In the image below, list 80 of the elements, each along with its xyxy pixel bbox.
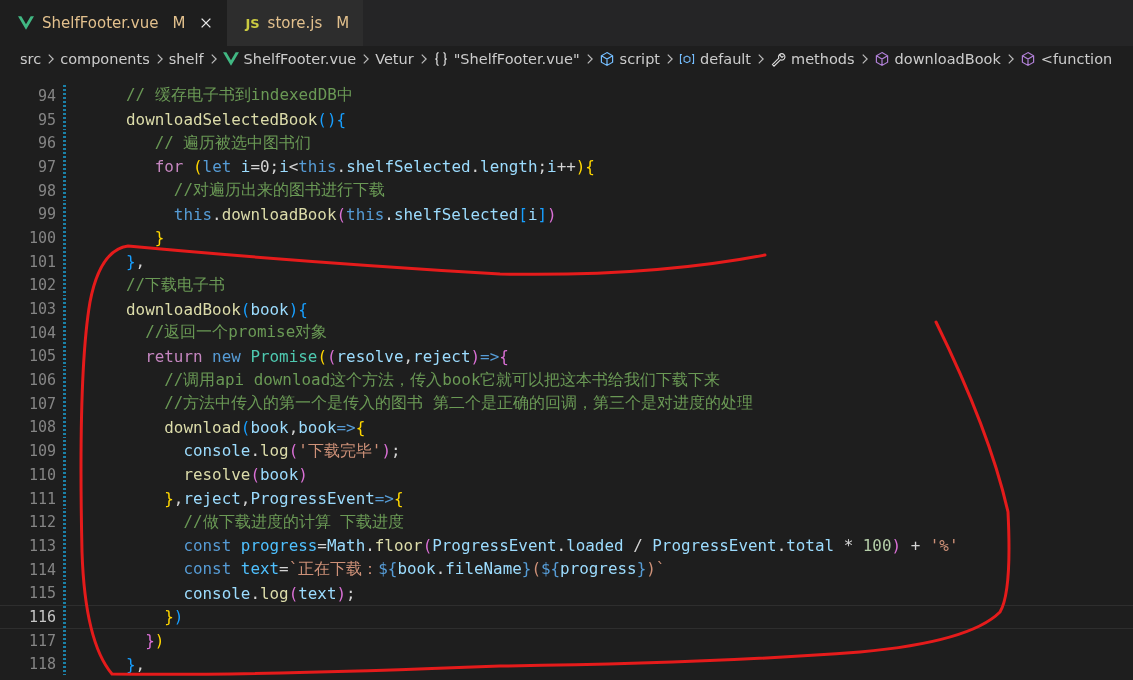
cube-icon [1019, 51, 1036, 67]
code-line: console.log('下载完毕'); [182, 440, 401, 462]
line-number: 107 [27, 394, 56, 413]
code-line: // 遍历被选中图书们 [153, 132, 312, 154]
line-number: 102 [27, 276, 56, 295]
breadcrumb-item[interactable]: src [20, 51, 42, 67]
line-number: 94 [36, 86, 56, 105]
code-line: }) [144, 631, 165, 651]
line-number: 112 [27, 513, 56, 532]
line-number: 98 [36, 181, 56, 200]
code-line: }, [126, 654, 146, 674]
line-number: 110 [27, 465, 56, 484]
code-line: console.log(text); [182, 583, 356, 603]
cube-icon [598, 51, 615, 67]
breadcrumb-item[interactable]: shelf [168, 51, 204, 67]
code-line: const text=`正在下载：${book.fileName}(${progress})` [182, 559, 666, 581]
code-line: for (let i=0;i<this.shelfSelected.length;i++){ [153, 157, 595, 177]
code-line: const progress=Math.floor(ProgressEvent.loaded / ProgressEvent.total * 100) + '%' [182, 536, 959, 556]
editor-tab[interactable]: JS store.js M [227, 0, 364, 46]
line-number: 105 [27, 347, 56, 366]
tab-label: ShelfFooter.vue [42, 14, 159, 32]
breadcrumb-item[interactable]: default [679, 51, 752, 67]
chevron-icon [361, 52, 371, 66]
line-number: 103 [27, 300, 56, 319]
code-line: }) [163, 607, 184, 627]
line-number: 100 [27, 228, 56, 247]
line-number: 101 [27, 252, 56, 271]
code-line: //调用api download这个方法，传入book它就可以把这本书给我们下载下来 [163, 369, 721, 391]
breadcrumb-item[interactable]: components [60, 51, 150, 67]
js-icon: JS [245, 15, 260, 31]
line-number: 96 [36, 134, 56, 153]
breadcrumb-item[interactable]: methods [770, 51, 855, 67]
line-number: 115 [27, 584, 56, 603]
code-line: return new Promise((resolve,reject)=>{ [144, 346, 509, 366]
line-number: 114 [27, 560, 56, 579]
tab-label: store.js [267, 14, 323, 32]
breadcrumb-item[interactable]: "ShelfFooter.vue" [432, 51, 580, 67]
line-number: 95 [36, 110, 56, 129]
wrench-icon [770, 51, 787, 67]
variable-icon [679, 51, 695, 67]
breadcrumb-item[interactable]: ShelfFooter.vue [222, 51, 357, 67]
line-number: 99 [36, 205, 56, 224]
code-line: download(book,book=>{ [163, 417, 366, 437]
code-line: downloadSelectedBook(){ [126, 110, 347, 130]
line-number: 113 [27, 536, 56, 555]
line-number: 97 [36, 157, 56, 176]
braces-icon [432, 51, 449, 67]
chevron-icon [46, 52, 56, 66]
vue-icon [18, 16, 34, 30]
code-line: //对遍历出来的图书进行下载 [172, 180, 385, 202]
line-number: 109 [27, 442, 56, 461]
code-line: //方法中传入的第一个是传入的图书 第二个是正确的回调，第三个是对进度的处理 [163, 393, 753, 415]
chevron-icon [756, 52, 766, 66]
line-number: 104 [27, 323, 56, 342]
code-line: }, [126, 252, 146, 272]
code-line: } [153, 228, 165, 248]
line-number: 108 [27, 418, 56, 437]
chevron-icon [665, 52, 674, 66]
breadcrumb-item[interactable]: <function [1019, 51, 1113, 67]
editor-tab[interactable]: ShelfFooter.vue M [0, 0, 228, 46]
line-number: 116 [27, 607, 56, 626]
vue-icon [222, 51, 239, 67]
breadcrumb-item[interactable]: script [598, 51, 660, 67]
code-line: //返回一个promise对象 [144, 322, 328, 344]
code-line: //下载电子书 [126, 274, 226, 296]
code-line: resolve(book) [182, 465, 308, 485]
line-number: 106 [27, 371, 56, 390]
code-line: this.downloadBook(this.shelfSelected[i]) [172, 204, 557, 224]
modified-status: M [172, 14, 186, 32]
line-number: 111 [27, 489, 56, 508]
code-line: //做下载进度的计算 下载进度 [182, 511, 405, 533]
line-number: 117 [27, 631, 56, 650]
breadcrumb-item[interactable]: Vetur [375, 51, 414, 67]
line-number: 118 [27, 655, 56, 674]
code-line: },reject,ProgressEvent=>{ [163, 489, 404, 509]
cube-icon [873, 51, 890, 67]
code-line: downloadBook(book){ [126, 299, 308, 319]
modified-status: M [336, 14, 350, 32]
code-line: // 缓存电子书到indexedDB中 [126, 85, 353, 107]
breadcrumb-item[interactable]: downloadBook [873, 51, 1001, 67]
